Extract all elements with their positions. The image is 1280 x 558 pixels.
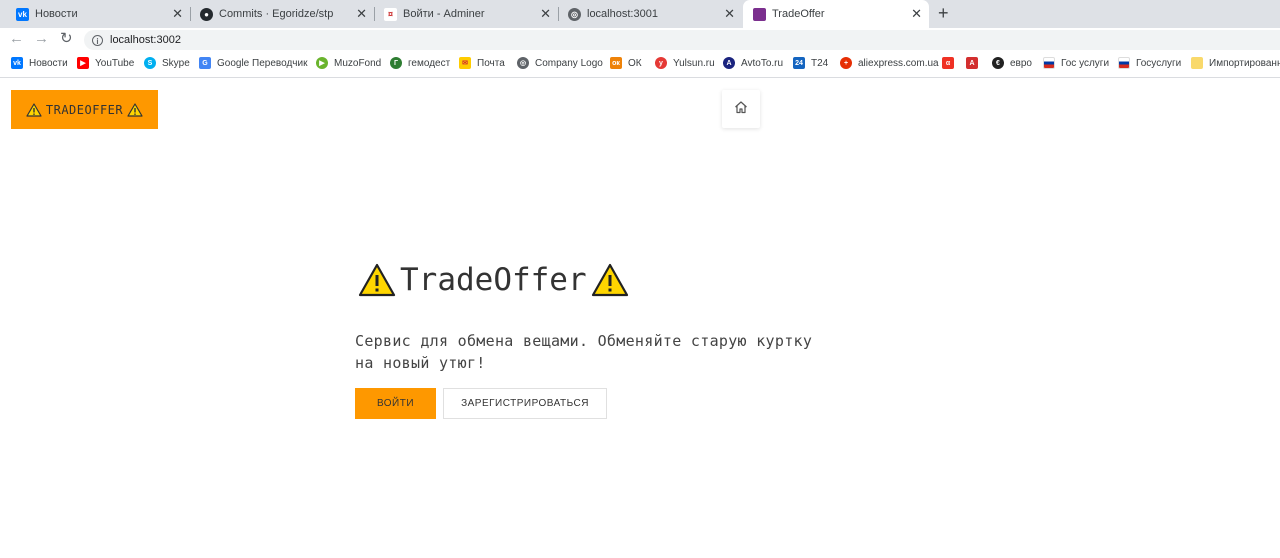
new-tab-button[interactable]: +	[938, 4, 949, 22]
russia-flag-icon	[1118, 57, 1130, 69]
tab-title: Новости	[35, 8, 78, 20]
home-icon	[734, 100, 748, 119]
bookmark-label: MuzoFond	[334, 57, 382, 69]
folder-icon	[1191, 57, 1203, 69]
bookmark-imported[interactable]: Импортированн	[1191, 57, 1280, 69]
brand-logo-button[interactable]: TRADEOFFER	[11, 90, 158, 129]
yulsun-icon: y	[655, 57, 667, 69]
tab-localhost-3001[interactable]: ◎ localhost:3001 ✕	[558, 0, 742, 28]
bookmark-label: AvtoTo.ru	[741, 57, 784, 69]
tab-title: Commits · Egoridze/stp	[219, 8, 334, 20]
bookmark-t24[interactable]: 24 Т24	[793, 57, 828, 69]
bookmark-google-translate[interactable]: G Google Переводчик	[199, 57, 307, 69]
home-button[interactable]	[722, 90, 760, 128]
bookmark-yulsun[interactable]: y Yulsun.ru	[655, 57, 715, 69]
bookmark-evro[interactable]: € евро	[992, 57, 1032, 69]
ok-icon: ок	[610, 57, 622, 69]
bookmark-ok[interactable]: ок ОК	[610, 57, 642, 69]
globe-icon: ◎	[568, 7, 581, 21]
tab-commits[interactable]: ● Commits · Egoridze/stp ✕	[190, 0, 374, 28]
bookmark-label: Госуслуги	[1136, 57, 1182, 69]
warning-icon	[127, 102, 143, 117]
mail-icon: ✉	[459, 57, 471, 69]
avtoto-icon: A	[723, 57, 735, 69]
bookmark-label: Гос услуги	[1061, 57, 1110, 69]
bookmark-label: Почта	[477, 57, 505, 69]
login-button[interactable]: ВОЙТИ	[355, 388, 436, 419]
bookmark-label: YouTube	[95, 57, 135, 69]
bookmark-pdf[interactable]: A	[966, 57, 984, 69]
browser-tab-strip: vk Новости ✕ ● Commits · Egoridze/stp ✕ …	[0, 0, 1280, 28]
bookmark-company-logo[interactable]: ◎ Company Logo	[517, 57, 603, 69]
warning-icon	[591, 263, 629, 297]
address-url: localhost:3002	[110, 34, 181, 46]
pdf-icon: A	[966, 57, 978, 69]
bookmark-novosti[interactable]: vk Новости	[11, 57, 68, 69]
tab-title: localhost:3001	[587, 8, 658, 20]
bookmark-gosuslugi[interactable]: Госуслуги	[1118, 57, 1181, 69]
vk-icon: vk	[16, 7, 29, 21]
tab-title: Войти - Adminer	[403, 8, 485, 20]
bookmark-label: Т24	[811, 57, 829, 69]
russia-flag-icon	[1043, 57, 1055, 69]
bookmark-gos-uslugi[interactable]: Гос услуги	[1043, 57, 1109, 69]
hero-subtitle: Сервис для обмена вещами. Обменяйте стар…	[355, 332, 813, 372]
hero-title-text: TradeOffer	[400, 262, 587, 298]
bookmark-pochta[interactable]: ✉ Почта	[459, 57, 505, 69]
forward-icon[interactable]: →	[34, 31, 49, 47]
gemodest-icon: Г	[390, 57, 402, 69]
bookmark-label: ОК	[628, 57, 642, 69]
warning-icon	[26, 102, 42, 117]
close-icon[interactable]: ✕	[356, 7, 367, 21]
close-icon[interactable]: ✕	[724, 7, 735, 21]
address-bar[interactable]: i localhost:3002	[84, 30, 1280, 50]
bookmark-gemodest[interactable]: Ггемодест	[390, 57, 450, 69]
youtube-icon: ▶	[77, 57, 89, 69]
bookmark-muzofond[interactable]: ▶ MuzoFond	[316, 57, 381, 69]
skype-icon: S	[144, 57, 156, 69]
close-icon[interactable]: ✕	[911, 7, 922, 21]
aliexpress-icon: +	[840, 57, 852, 69]
close-icon[interactable]: ✕	[172, 7, 183, 21]
google-translate-icon: G	[199, 57, 211, 69]
warning-icon	[358, 263, 396, 297]
browser-toolbar: ← → ↻ i localhost:3002	[0, 28, 1280, 52]
bookmark-label: гемодест	[408, 57, 451, 69]
bookmarks-bar: vk Новости ▶ YouTube S Skype G Google Перево…	[0, 52, 1280, 78]
bookmark-label: Импортированн	[1209, 57, 1280, 69]
globe-icon: ◎	[517, 57, 529, 69]
tab-adminer[interactable]: ¤ Войти - Adminer ✕	[374, 0, 558, 28]
brand-label: TRADEOFFER	[45, 102, 124, 117]
reload-icon[interactable]: ↻	[60, 31, 73, 47]
bookmark-label: Yulsun.ru	[673, 57, 715, 69]
close-icon[interactable]: ✕	[540, 7, 551, 21]
euro-icon: €	[992, 57, 1004, 69]
tradeoffer-icon	[753, 7, 766, 21]
bookmark-skype[interactable]: S Skype	[144, 57, 190, 69]
bookmark-aliexpress[interactable]: + aliexpress.com.ua	[840, 57, 939, 69]
bookmark-label: Skype	[162, 57, 190, 69]
adminer-icon: ¤	[384, 7, 397, 21]
back-icon[interactable]: ←	[9, 31, 24, 47]
tab-novosti[interactable]: vk Новости ✕	[6, 0, 190, 28]
t24-icon: 24	[793, 57, 805, 69]
tab-tradeoffer[interactable]: TradeOffer ✕	[743, 0, 929, 28]
bookmark-youtube[interactable]: ▶ YouTube	[77, 57, 134, 69]
bookmark-avtoto[interactable]: A AvtoTo.ru	[723, 57, 783, 69]
muzofond-icon: ▶	[316, 57, 328, 69]
bookmark-alfa[interactable]: α	[942, 57, 960, 69]
vk-icon: vk	[11, 57, 23, 69]
bookmark-label: Company Logo	[535, 57, 603, 69]
tab-title: TradeOffer	[772, 8, 825, 20]
register-button[interactable]: ЗАРЕГИСТРИРОВАТЬСЯ	[443, 388, 607, 419]
bookmark-label: aliexpress.com.ua	[858, 57, 939, 69]
github-icon: ●	[200, 7, 213, 21]
bookmark-label: Google Переводчик	[217, 57, 308, 69]
hero-title: TradeOffer	[358, 258, 629, 302]
alfa-icon: α	[942, 57, 954, 69]
bookmark-label: евро	[1010, 57, 1032, 69]
bookmark-label: Новости	[29, 57, 68, 69]
info-icon[interactable]: i	[92, 34, 103, 46]
